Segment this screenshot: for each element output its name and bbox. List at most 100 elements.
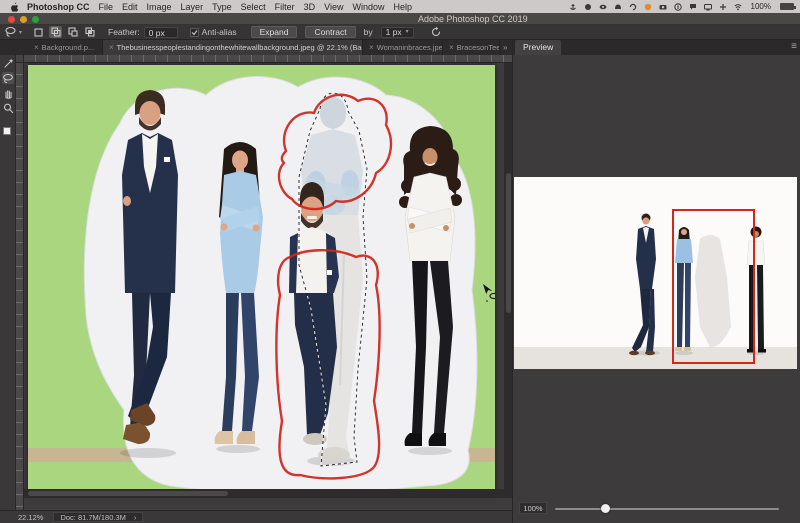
preview-zoom-slider-knob[interactable] [601,504,610,513]
zoom-level-field[interactable]: 22.12% [18,513,43,522]
status-chevron-icon[interactable]: › [134,513,137,522]
selection-mode-group [32,26,96,38]
amount-dropdown[interactable]: 1 px ▾ [381,27,414,38]
tab-label: Thebusinesspeoplestandingonthewhitewallb… [117,43,363,52]
preview-zoom-field[interactable]: 100% [519,502,547,514]
menu-item-photoshop[interactable]: Photoshop CC [27,2,90,12]
expand-button[interactable]: Expand [251,26,298,38]
menu-item-window[interactable]: Window [352,2,384,12]
macos-menubar: Photoshop CC File Edit Image Layer Type … [0,0,800,13]
reset-tool-icon[interactable] [430,26,442,38]
wifi-icon[interactable] [734,3,742,11]
hand-icon [3,88,14,99]
feather-label: Feather: [108,27,140,37]
tab-background-psd[interactable]: × Background.p... [28,40,103,55]
display-icon[interactable] [704,3,712,11]
battery-icon [780,3,794,10]
subtract-from-selection-mode-icon[interactable] [66,26,79,38]
add-to-selection-mode-icon[interactable] [49,26,62,38]
menu-item-filter[interactable]: Filter [275,2,295,12]
menu-item-image[interactable]: Image [147,2,172,12]
camera-icon[interactable] [659,3,667,11]
close-tab-icon[interactable]: × [109,43,114,52]
document-canvas[interactable] [28,65,495,495]
vertical-scrollbar-thumb[interactable] [506,173,511,313]
document-size-status[interactable]: Doc: 81.7M/180.3M › [53,512,143,522]
intersect-selection-mode-icon[interactable] [83,26,96,38]
menu-item-type[interactable]: Type [212,2,232,12]
contract-button[interactable]: Contract [305,26,355,38]
info-icon[interactable] [674,3,682,11]
menu-item-view[interactable]: View [324,2,343,12]
tab-businesspeople-jpeg-active[interactable]: × Thebusinesspeoplestandingonthewhitewal… [103,40,363,55]
preview-tab[interactable]: Preview [515,40,561,55]
canvas-area [16,55,512,510]
anti-alias-checkbox[interactable] [190,28,199,37]
tools-panel [0,55,16,523]
anchor-icon[interactable] [569,3,577,11]
dot-icon[interactable] [584,3,592,11]
eyedropper-icon [3,58,14,69]
close-tab-icon[interactable]: × [34,43,39,52]
menu-item-help[interactable]: Help [393,2,412,12]
mirror-icon[interactable] [614,3,622,11]
close-window-button[interactable] [8,16,15,23]
close-tab-icon[interactable]: × [369,43,374,52]
by-label: by [364,27,373,37]
maximize-window-button[interactable] [32,16,39,23]
options-bar: ▾ Feather: 0 px Anti-alias Expand Cont [0,25,800,40]
minimize-window-button[interactable] [20,16,27,23]
lasso-tool-button[interactable] [2,72,14,84]
preview-panel-footer: 100% [513,499,800,517]
spiral-icon[interactable] [629,3,637,11]
eyedropper-tool-button[interactable] [2,57,14,69]
menu-item-3d[interactable]: 3D [304,2,316,12]
document-tab-bar: × Background.p... × Thebusinesspeoplesta… [0,40,512,55]
tab-label: BracesonTeeth. [457,43,500,52]
lasso-preset-icon [4,26,17,38]
amount-value: 1 px [386,27,402,37]
vertical-scrollbar[interactable] [504,63,512,497]
panel-menu-icon[interactable]: ≡ [791,41,797,52]
foreground-color-swatch[interactable] [3,127,11,135]
new-selection-mode-icon[interactable] [32,26,45,38]
eye-icon[interactable] [599,3,607,11]
menu-item-file[interactable]: File [99,2,114,12]
hand-tool-button[interactable] [2,87,14,99]
photoshop-screen: Photoshop CC File Edit Image Layer Type … [0,0,800,523]
tab-womaninbraces-jpeg[interactable]: × Womaninbraces.jpeg [363,40,443,55]
ruler-corner [16,55,24,63]
window-title: Adobe Photoshop CC 2019 [418,14,528,24]
vertical-ruler[interactable] [16,63,24,510]
window-titlebar: Adobe Photoshop CC 2019 [0,13,800,25]
close-tab-icon[interactable]: × [449,43,454,52]
menubar-status-icons: 100% [569,2,794,11]
feather-input[interactable]: 0 px [144,27,178,38]
horizontal-ruler[interactable] [24,55,512,63]
zoom-tool-button[interactable] [2,102,14,114]
preview-panel: Preview ≡ [512,40,800,523]
plus-icon[interactable] [719,3,727,11]
document-status-bar: 22.12% Doc: 81.7M/180.3M › [0,510,512,523]
preview-panel-header: Preview ≡ [513,40,800,55]
tab-label: Womaninbraces.jpeg [377,43,443,52]
menu-item-layer[interactable]: Layer [181,2,204,12]
menu-item-edit[interactable]: Edit [122,2,138,12]
anti-alias-label: Anti-alias [202,27,237,37]
recording-dot-icon[interactable] [644,3,652,11]
tab-label: Background.p... [42,43,95,52]
horizontal-scrollbar[interactable] [24,489,512,498]
horizontal-scrollbar-thumb[interactable] [28,491,228,496]
preview-image [514,177,797,369]
preset-caret-icon: ▾ [19,29,22,36]
check-icon [191,29,198,36]
tab-bracesonteeth[interactable]: × BracesonTeeth. [443,40,500,55]
apple-menu-icon[interactable] [10,2,19,12]
tool-preset-picker[interactable]: ▾ [4,26,22,38]
preview-zoom-slider-track[interactable] [555,508,779,510]
battery-percentage: 100% [751,2,771,11]
anti-alias-checkbox-group[interactable]: Anti-alias [190,27,237,37]
menu-item-select[interactable]: Select [241,2,266,12]
tab-overflow-chevron-icon[interactable]: » [500,40,510,55]
chat-icon[interactable] [689,3,697,11]
